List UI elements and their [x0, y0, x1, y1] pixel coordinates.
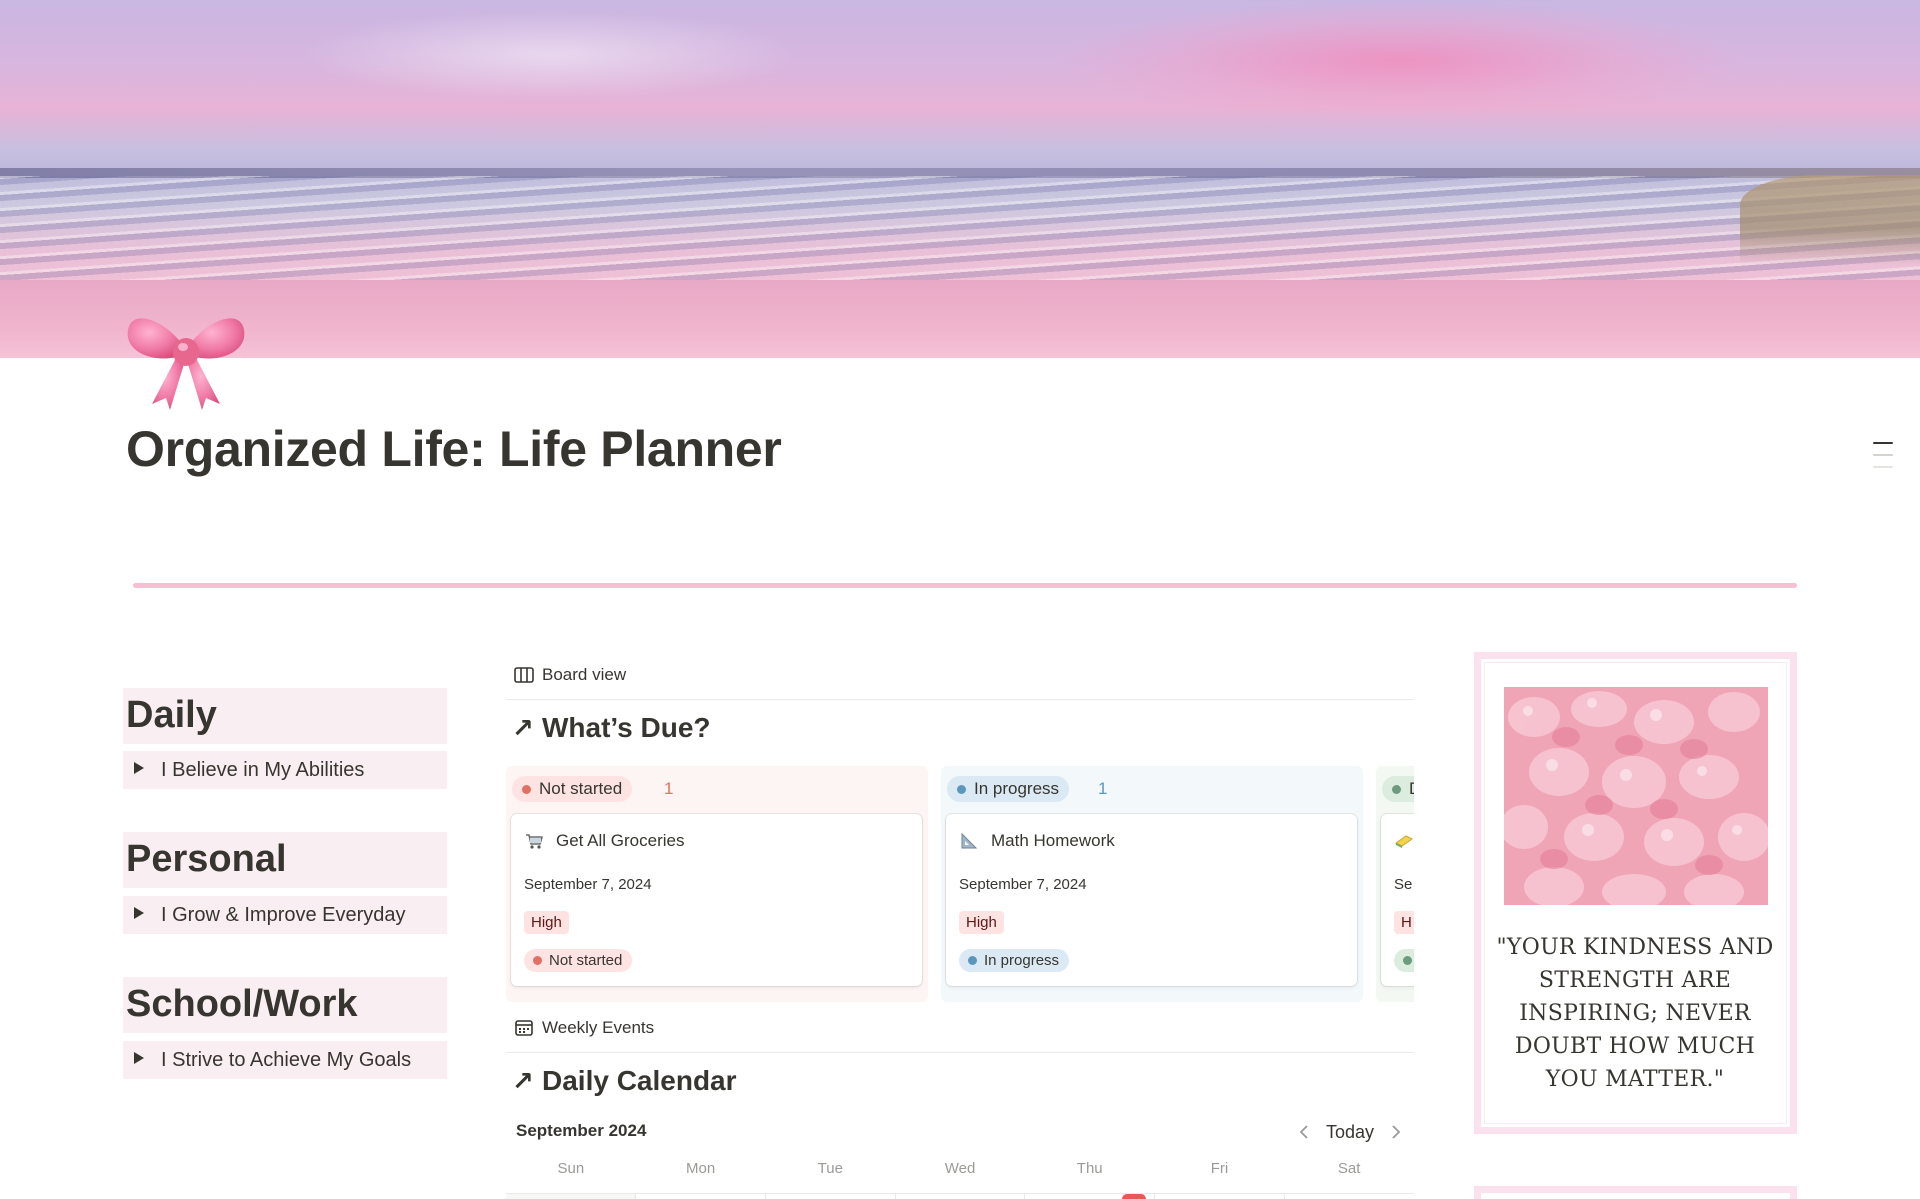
- task-title: Get All Groceries: [556, 831, 685, 850]
- weekday-label: Thu: [1076, 1160, 1103, 1177]
- priority-badge: H: [1394, 911, 1414, 934]
- task-due-date: September 7, 2024: [959, 876, 1087, 893]
- weekday-label: Sun: [557, 1160, 585, 1177]
- group-count: 1: [1098, 779, 1108, 798]
- second-quote-card: [1474, 1186, 1797, 1199]
- cover-image: [0, 0, 1920, 358]
- daily-calendar-title[interactable]: ↗ Daily Calendar: [512, 1065, 737, 1097]
- status-badge: Not started: [524, 949, 633, 972]
- today-marker: [1122, 1194, 1146, 1199]
- task-card[interactable]: Se H: [1381, 814, 1414, 986]
- section-heading-daily: Daily: [123, 688, 447, 744]
- toggle-triangle-icon[interactable]: [134, 907, 144, 919]
- weekday-label: Tue: [817, 1160, 843, 1177]
- toggle-triangle-icon[interactable]: [134, 1052, 144, 1064]
- weekday-label: Sat: [1337, 1160, 1361, 1177]
- group-count: 1: [664, 779, 674, 798]
- section-heading-personal: Personal: [123, 832, 447, 888]
- pink-gummy-bears-image: [1504, 687, 1768, 905]
- linked-db-arrow-icon: ↗: [512, 1065, 534, 1096]
- status-group-in-progress[interactable]: In progress: [947, 776, 1070, 802]
- section-heading-school-work: School/Work: [123, 977, 447, 1033]
- task-due-date: September 7, 2024: [524, 876, 652, 893]
- status-group-not-started[interactable]: Not started: [512, 776, 633, 802]
- sponge-icon: [1395, 835, 1413, 848]
- weekday-label: Fri: [1210, 1160, 1229, 1177]
- tab-board-view[interactable]: Board view: [514, 660, 626, 690]
- tab-weekly-events[interactable]: Weekly Events: [514, 1013, 654, 1043]
- table-of-contents-indicator[interactable]: [1873, 442, 1893, 478]
- board-column-in-progress: In progress 1 Math Homework September 7,…: [941, 766, 1363, 1002]
- whats-due-title[interactable]: ↗ What’s Due?: [512, 712, 711, 744]
- quote-card: "YOUR KINDNESS AND STRENGTH ARE INSPIRIN…: [1474, 652, 1797, 1134]
- toggle-daily-affirmation[interactable]: I Believe in My Abilities: [123, 751, 447, 789]
- weekday-label: Wed: [944, 1160, 976, 1177]
- kanban-board: Not started 1 Get All Groceries Septembe…: [506, 766, 1414, 1002]
- task-card[interactable]: Get All Groceries September 7, 2024 High…: [511, 814, 922, 986]
- task-title: Math Homework: [991, 831, 1115, 850]
- status-badge: [1394, 949, 1414, 972]
- chevron-left-icon[interactable]: [1290, 1118, 1318, 1146]
- weekday-label: Mon: [685, 1160, 716, 1177]
- status-group-done[interactable]: D: [1382, 776, 1414, 802]
- bow-icon[interactable]: [124, 300, 248, 412]
- pink-divider: [133, 583, 1797, 588]
- chevron-right-icon[interactable]: [1382, 1118, 1410, 1146]
- today-button[interactable]: Today: [1318, 1122, 1382, 1143]
- calendar-weekday-header: Sun Mon Tue Wed Thu Fri Sat: [506, 1160, 1414, 1188]
- toggle-triangle-icon[interactable]: [134, 762, 144, 774]
- calendar-month: September 2024: [516, 1121, 647, 1140]
- toggle-school-work-affirmation[interactable]: I Strive to Achieve My Goals: [123, 1041, 447, 1079]
- board-column-not-started: Not started 1 Get All Groceries Septembe…: [506, 766, 928, 1002]
- board-column-done: D Se H: [1376, 766, 1414, 1002]
- priority-badge: High: [959, 911, 1004, 934]
- calendar-grid[interactable]: [506, 1193, 1414, 1199]
- priority-badge: High: [524, 911, 569, 934]
- triangle-ruler-icon: [961, 832, 978, 849]
- status-badge: In progress: [959, 949, 1070, 972]
- task-due-date: Se: [1394, 876, 1413, 893]
- task-card[interactable]: Math Homework September 7, 2024 High In …: [946, 814, 1357, 986]
- calendar-view-icon: [515, 1020, 533, 1036]
- quote-text: "YOUR KINDNESS AND STRENGTH ARE INSPIRIN…: [1496, 935, 1774, 1092]
- board-view-icon: [514, 667, 534, 683]
- calendar-navigation: Today: [1290, 1118, 1410, 1146]
- toggle-personal-affirmation[interactable]: I Grow & Improve Everyday: [123, 896, 447, 934]
- page-title: Organized Life: Life Planner: [126, 421, 782, 477]
- shopping-cart-icon: [526, 834, 543, 849]
- linked-db-arrow-icon: ↗: [512, 712, 534, 743]
